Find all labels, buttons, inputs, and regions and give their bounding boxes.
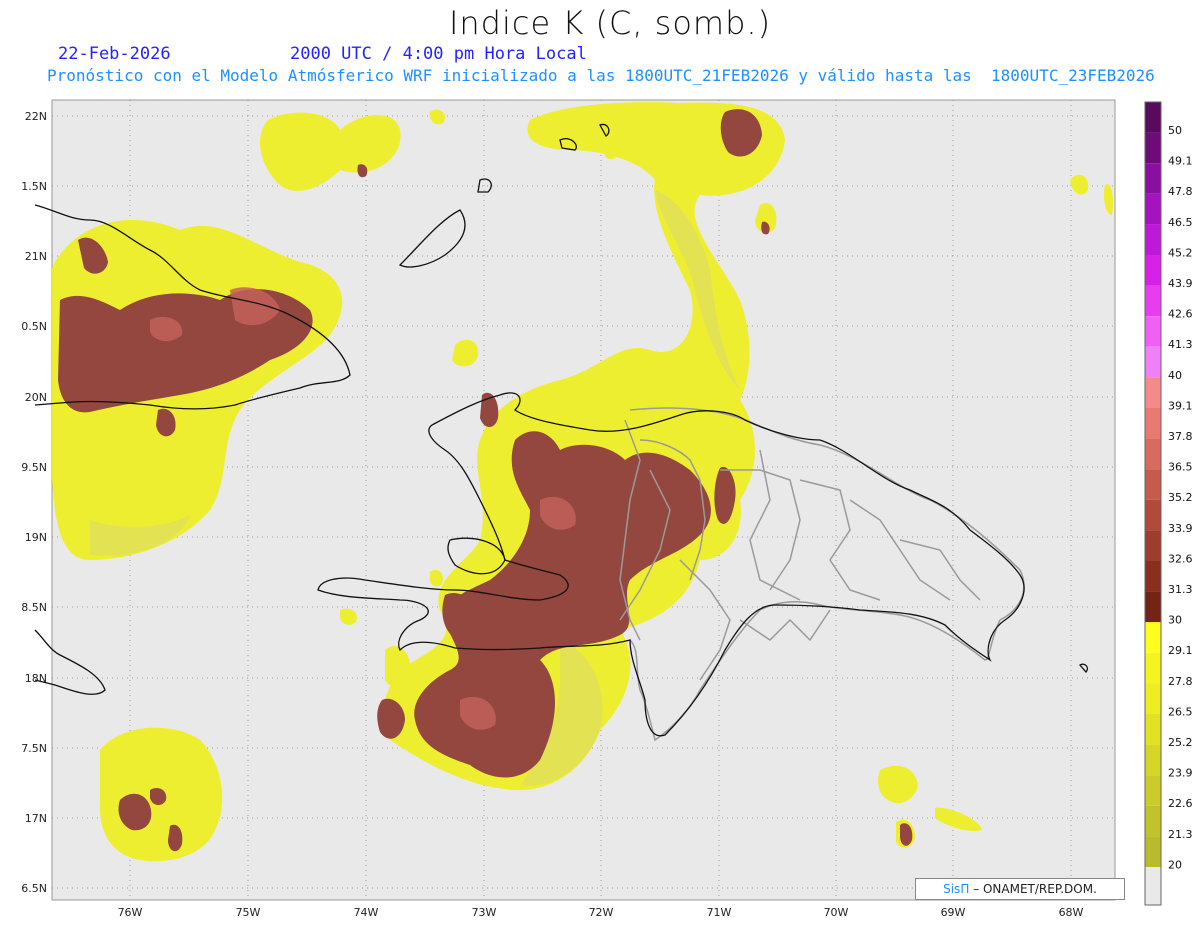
lon-label: 74W (354, 906, 379, 919)
lon-label: 70W (824, 906, 849, 919)
colorbar-label: 26.5 (1168, 705, 1193, 718)
colorbar-swatch (1145, 346, 1161, 378)
colorbar-label: 21.3 (1168, 828, 1193, 841)
colorbar-label: 49.1 (1168, 155, 1193, 168)
lon-label: 71W (707, 906, 732, 919)
colorbar-label: 43.9 (1168, 277, 1193, 290)
lat-label: 6.5N (21, 882, 47, 895)
colorbar-swatch (1145, 805, 1161, 837)
lon-label: 75W (236, 906, 261, 919)
colorbar-label: 50 (1168, 124, 1182, 137)
lat-label: 0.5N (21, 320, 47, 333)
colorbar-swatch (1145, 499, 1161, 531)
colorbar-swatch (1145, 377, 1161, 408)
colorbar-label: 39.1 (1168, 399, 1193, 412)
lon-label: 68W (1059, 906, 1084, 919)
colorbar-swatch (1145, 744, 1161, 776)
colorbar-swatch (1145, 775, 1161, 806)
colorbar-swatch (1145, 652, 1161, 684)
lat-label: 17N (25, 812, 47, 825)
colorbar-label: 25.2 (1168, 736, 1193, 749)
lat-label: 8.5N (21, 601, 47, 614)
colorbar: 50 49.1 47.8 46.5 45.2 43.9 42.6 41.3 40 39.1 37.8… (1144, 101, 1193, 906)
colorbar-swatch (1145, 469, 1161, 500)
colorbar-label: 20 (1168, 858, 1182, 871)
colorbar-swatch (1145, 561, 1161, 592)
lat-label: 9.5N (21, 461, 47, 474)
lat-label: 20N (25, 391, 47, 404)
credit-box: SisΠ – ONAMET/REP.DOM. (915, 878, 1125, 900)
lon-axis: 76W 75W 74W 73W 72W 71W 70W 69W 68W (118, 906, 1084, 919)
colorbar-label: 32.6 (1168, 552, 1193, 565)
credit-text: – ONAMET/REP.DOM. (973, 882, 1097, 896)
colorbar-label: 45.2 (1168, 246, 1193, 259)
colorbar-label: 31.3 (1168, 583, 1193, 596)
colorbar-swatch-empty (1145, 867, 1161, 905)
colorbar-swatch (1145, 163, 1161, 194)
colorbar-swatch (1145, 438, 1161, 470)
lon-label: 76W (118, 906, 143, 919)
credit-brand: SisΠ (943, 882, 970, 896)
colorbar-label: 46.5 (1168, 216, 1193, 229)
colorbar-label: 35.2 (1168, 491, 1193, 504)
colorbar-label: 30 (1168, 614, 1182, 627)
colorbar-swatch (1145, 285, 1161, 317)
colorbar-label: 47.8 (1168, 185, 1193, 198)
lat-label: 1.5N (21, 180, 47, 193)
lat-label: 18N (25, 672, 47, 685)
colorbar-swatch (1145, 224, 1161, 255)
colorbar-swatch (1145, 714, 1161, 745)
colorbar-swatch (1145, 102, 1161, 133)
lon-label: 69W (941, 906, 966, 919)
colorbar-label: 41.3 (1168, 338, 1193, 351)
colorbar-label: 40 (1168, 369, 1182, 382)
colorbar-swatch (1145, 622, 1161, 653)
lat-axis: 22N 1.5N 21N 0.5N 20N 9.5N 19N 8.5N 18N … (21, 110, 47, 895)
colorbar-swatch (1145, 193, 1161, 225)
lon-label: 72W (589, 906, 614, 919)
colorbar-label: 22.6 (1168, 797, 1193, 810)
lon-label: 73W (472, 906, 497, 919)
colorbar-swatch (1145, 132, 1161, 164)
colorbar-swatch (1145, 591, 1161, 623)
map-canvas: 22N 1.5N 21N 0.5N 20N 9.5N 19N 8.5N 18N … (21, 99, 1193, 919)
colorbar-label: 33.9 (1168, 522, 1193, 535)
lat-label: 19N (25, 531, 47, 544)
lat-label: 22N (25, 110, 47, 123)
colorbar-swatch (1145, 316, 1161, 347)
colorbar-label: 37.8 (1168, 430, 1193, 443)
colorbar-label: 36.5 (1168, 461, 1193, 474)
colorbar-swatch (1145, 836, 1161, 867)
colorbar-swatch (1145, 683, 1161, 714)
colorbar-swatch (1145, 408, 1161, 439)
colorbar-swatch (1145, 530, 1161, 561)
colorbar-label: 29.1 (1168, 644, 1193, 657)
colorbar-label: 23.9 (1168, 767, 1193, 780)
lat-label: 7.5N (21, 742, 47, 755)
colorbar-swatch (1145, 255, 1161, 286)
colorbar-label: 27.8 (1168, 675, 1193, 688)
colorbar-label: 42.6 (1168, 308, 1193, 321)
lat-label: 21N (25, 250, 47, 263)
